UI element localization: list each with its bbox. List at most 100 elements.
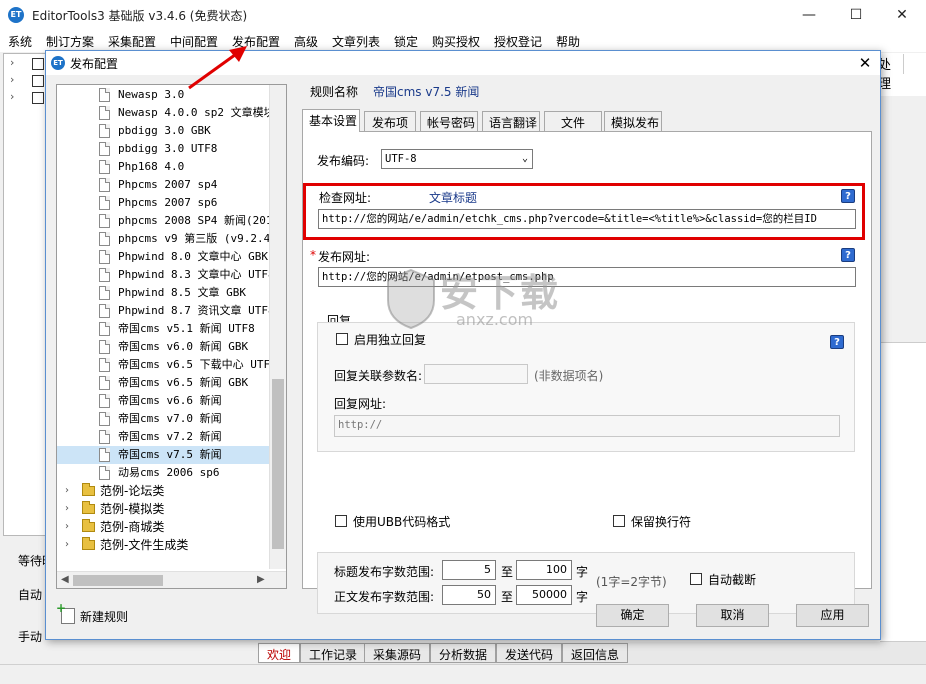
new-rule-icon[interactable] xyxy=(56,601,75,624)
help-icon[interactable]: ? xyxy=(841,189,855,203)
tree-item[interactable]: pbdigg 3.0 GBK xyxy=(57,122,269,140)
tree-item[interactable]: phpcms 2008 SP4 新闻(201 xyxy=(57,212,272,230)
tab-publish-items[interactable]: 发布项 xyxy=(364,111,416,131)
tree-item[interactable]: Phpcms 2007 sp6 xyxy=(57,194,269,212)
tree-vertical-scroll-thumb[interactable] xyxy=(272,379,284,549)
auto-truncate-label: 自动截断 xyxy=(708,573,757,587)
reply-url-input[interactable]: http:// xyxy=(334,415,840,437)
menu-register-license[interactable]: 授权登记 xyxy=(494,33,542,50)
maximize-button[interactable]: ☐ xyxy=(833,0,879,30)
reply-param-input[interactable] xyxy=(424,364,528,384)
manual-label: 手动 xyxy=(18,630,43,644)
tree-item[interactable]: 帝国cms v7.0 新闻 xyxy=(57,410,269,428)
auto-truncate-checkbox[interactable] xyxy=(690,573,702,585)
rule-name-label: 规则名称 xyxy=(310,85,359,99)
tree-item[interactable]: pbdigg 3.0 UTF8 xyxy=(57,140,269,158)
tab-language-translate[interactable]: 语言翻译 xyxy=(482,111,540,131)
new-rule-button[interactable]: 新建规则 xyxy=(80,608,128,625)
keep-newline-checkbox[interactable] xyxy=(613,515,625,527)
tree-item[interactable]: Phpwind 8.5 文章 GBK xyxy=(57,284,269,302)
encoding-select[interactable]: UTF-8 ⌄ xyxy=(381,149,533,169)
tree-item[interactable]: 帝国cms v6.5 下载中心 UTF xyxy=(57,356,270,374)
tree-item[interactable]: Phpcms 2007 sp4 xyxy=(57,176,269,194)
document-icon xyxy=(99,88,110,102)
expand-icon[interactable]: › xyxy=(10,73,14,86)
tree-horizontal-scrollbar[interactable]: ◀ ▶ xyxy=(57,571,286,588)
encoding-label: 发布编码: xyxy=(317,154,370,168)
tab-analyze-data[interactable]: 分析数据 xyxy=(430,643,497,663)
tree-item[interactable]: Phpwind 8.0 文章中心 GBK xyxy=(57,248,269,266)
tree-folder-label: 范例-文件生成类 xyxy=(100,538,189,552)
task-checkbox[interactable] xyxy=(32,92,44,104)
tree-item[interactable]: Newasp 4.0.0 sp2 文章模块 xyxy=(57,104,275,122)
expand-icon[interactable]: › xyxy=(10,90,14,103)
rule-tree[interactable]: Newasp 3.0 Newasp 4.0.0 sp2 文章模块 pbdigg 3.… xyxy=(56,84,287,589)
tab-basic-settings[interactable]: 基本设置 xyxy=(302,109,360,132)
scroll-right-arrow-icon[interactable]: ▶ xyxy=(257,574,265,585)
task-checkbox[interactable] xyxy=(32,75,44,87)
tree-item[interactable]: Phpwind 8.3 文章中心 UTF8 xyxy=(57,266,275,284)
tree-item[interactable]: 帝国cms v5.1 新闻 UTF8 xyxy=(57,320,269,338)
scroll-left-arrow-icon[interactable]: ◀ xyxy=(61,574,69,585)
expand-icon[interactable]: › xyxy=(10,56,14,69)
close-button[interactable]: ✕ xyxy=(879,0,925,30)
body-max-input[interactable]: 50000 xyxy=(516,585,572,605)
body-min-input[interactable]: 50 xyxy=(442,585,496,605)
basic-settings-panel: 发布编码: UTF-8 ⌄ 检查网址: 文章标题 ? http://您的网站/e… xyxy=(302,131,872,614)
tree-item[interactable]: 帝国cms v6.6 新闻 xyxy=(57,392,269,410)
tree-item[interactable]: 帝国cms v6.5 新闻 GBK xyxy=(57,374,269,392)
document-icon xyxy=(99,268,110,282)
menu-collect-config[interactable]: 采集配置 xyxy=(108,33,156,50)
menu-lock[interactable]: 锁定 xyxy=(394,33,418,50)
expand-icon[interactable]: › xyxy=(65,482,69,500)
tab-welcome[interactable]: 欢迎 xyxy=(258,643,301,663)
tree-item[interactable]: Php168 4.0 xyxy=(57,158,269,176)
tab-return-info[interactable]: 返回信息 xyxy=(562,643,629,663)
tree-item[interactable]: 动易cms 2006 sp6 xyxy=(57,464,269,482)
tree-item[interactable]: 帝国cms v6.0 新闻 GBK xyxy=(57,338,269,356)
apply-button[interactable]: 应用 xyxy=(796,604,869,627)
tree-folder[interactable]: › 范例-文件生成类 xyxy=(57,536,269,554)
tree-vertical-scrollbar[interactable] xyxy=(269,85,286,569)
menu-help[interactable]: 帮助 xyxy=(556,33,580,50)
task-checkbox[interactable] xyxy=(32,58,44,70)
tab-send-code[interactable]: 发送代码 xyxy=(496,643,563,663)
title-min-input[interactable]: 5 xyxy=(442,560,496,580)
watermark-text: 安下载 xyxy=(440,271,561,315)
tree-item[interactable]: Phpwind 8.7 资讯文章 UTF8 xyxy=(57,302,275,320)
tree-item[interactable]: 帝国cms v7.2 新闻 xyxy=(57,428,269,446)
tab-work-log[interactable]: 工作记录 xyxy=(300,643,367,663)
expand-icon[interactable]: › xyxy=(65,536,69,554)
tab-simulate-publish[interactable]: 模拟发布 xyxy=(604,111,662,131)
tree-item-label: Newasp 3.0 xyxy=(118,88,185,101)
expand-icon[interactable]: › xyxy=(65,500,69,518)
tree-item-label: 动易cms 2006 sp6 xyxy=(118,466,220,479)
check-url-input[interactable]: http://您的网站/e/admin/etchk_cms.php?vercod… xyxy=(318,209,856,229)
menu-plan[interactable]: 制订方案 xyxy=(46,33,94,50)
minimize-button[interactable]: — xyxy=(786,0,832,30)
reply-enable-checkbox[interactable] xyxy=(336,333,348,345)
tab-collect-source[interactable]: 采集源码 xyxy=(364,643,431,663)
tree-horizontal-scroll-thumb[interactable] xyxy=(73,575,163,586)
menu-system[interactable]: 系统 xyxy=(8,33,32,50)
tab-account-password[interactable]: 帐号密码 xyxy=(420,111,478,131)
ubb-checkbox[interactable] xyxy=(335,515,347,527)
document-icon xyxy=(99,250,110,264)
document-icon xyxy=(99,286,110,300)
ok-button[interactable]: 确定 xyxy=(596,604,669,627)
tree-item[interactable]: phpcms v9 第三版 (v9.2.4 xyxy=(57,230,270,248)
dialog-close-button[interactable]: ✕ xyxy=(854,52,876,74)
tree-folder[interactable]: › 范例-模拟类 xyxy=(57,500,269,518)
help-icon[interactable]: ? xyxy=(830,335,844,349)
tab-file[interactable]: 文件 xyxy=(544,111,602,131)
menu-article-list[interactable]: 文章列表 xyxy=(332,33,380,50)
menu-advanced[interactable]: 高级 xyxy=(294,33,318,50)
title-max-input[interactable]: 100 xyxy=(516,560,572,580)
expand-icon[interactable]: › xyxy=(65,518,69,536)
tree-folder[interactable]: › 范例-商城类 xyxy=(57,518,269,536)
tree-item[interactable]: 帝国cms v7.5 新闻 xyxy=(57,446,269,464)
help-icon[interactable]: ? xyxy=(841,248,855,262)
tree-folder[interactable]: › 范例-论坛类 xyxy=(57,482,269,500)
menu-buy-license[interactable]: 购买授权 xyxy=(432,33,480,50)
cancel-button[interactable]: 取消 xyxy=(696,604,769,627)
